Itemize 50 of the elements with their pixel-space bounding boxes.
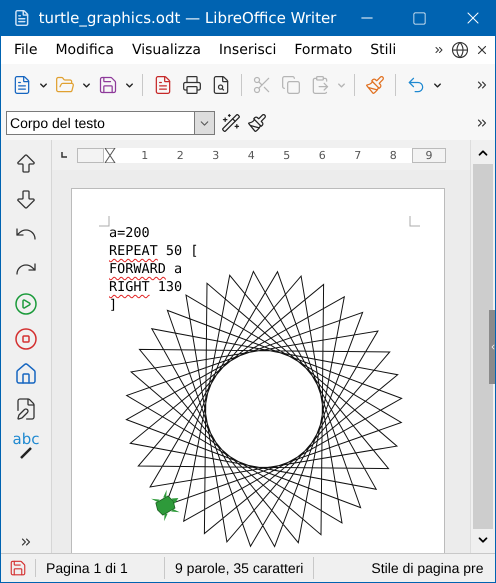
menu-item[interactable]: Inserisci <box>210 42 286 58</box>
ruler-number: 8 <box>388 148 398 162</box>
page-style: Stile di pagina pre <box>370 559 484 578</box>
ruler-number: 6 <box>318 148 327 162</box>
paragraph-style-field[interactable]: Corpo del testo <box>6 111 194 135</box>
paintbrush-icon[interactable] <box>365 75 385 95</box>
word-count: 9 parole, 35 caratteri <box>165 557 314 579</box>
play-icon[interactable] <box>14 292 38 316</box>
pdf-export-icon[interactable] <box>153 75 173 95</box>
page-count: Pagina 1 di 1 <box>36 557 165 579</box>
writer-logo-icon <box>13 9 31 27</box>
ruler-number: 7 <box>353 148 362 162</box>
wand-icon[interactable] <box>19 447 33 459</box>
menu-item[interactable]: File <box>5 42 46 58</box>
new-style-icon[interactable] <box>247 113 267 133</box>
more-chevron-icon[interactable] <box>433 44 445 56</box>
sidebar-handle[interactable] <box>489 310 495 384</box>
dropdown-button[interactable] <box>194 111 215 135</box>
ruler-number: 4 <box>246 148 256 162</box>
update-style-icon[interactable] <box>221 113 241 133</box>
code-line: a=200 <box>109 224 150 242</box>
print-preview-icon[interactable] <box>211 75 231 95</box>
ruler-number: 1 <box>140 148 150 162</box>
print-icon[interactable] <box>182 75 202 95</box>
ruler-number: 5 <box>282 148 292 162</box>
ruler-number: 2 <box>176 148 185 162</box>
menu-item[interactable]: Visualizza <box>122 42 210 58</box>
scrollbar[interactable] <box>470 140 495 553</box>
tab-stop-icon[interactable] <box>61 152 67 158</box>
corner-mark <box>98 216 110 226</box>
code-line: RIGHT 130 <box>109 278 182 296</box>
save-icon[interactable] <box>98 75 118 95</box>
ruler-number: 9 <box>426 148 432 162</box>
menu-item[interactable]: Modifica <box>46 42 123 58</box>
code-line: REPEAT 50 [ <box>109 242 198 260</box>
globe-icon[interactable] <box>451 41 469 59</box>
menu-item[interactable]: Formato <box>285 42 362 58</box>
turtle-icon <box>151 490 180 522</box>
corner-mark <box>410 216 420 226</box>
stop-icon[interactable] <box>14 327 38 351</box>
code-line: FORWARD a <box>109 260 182 278</box>
undo-icon[interactable] <box>406 75 426 95</box>
ruler-number: 3 <box>211 148 220 162</box>
new-document-icon[interactable] <box>12 75 32 95</box>
close-icon[interactable] <box>475 43 489 57</box>
code-line: ] <box>109 296 118 314</box>
window-title: turtle_graphics.odt — LibreOffice Writer <box>38 9 336 27</box>
home-icon[interactable] <box>14 362 38 386</box>
maximize-icon[interactable] <box>412 10 428 26</box>
menu-item[interactable]: Stili <box>361 42 406 58</box>
